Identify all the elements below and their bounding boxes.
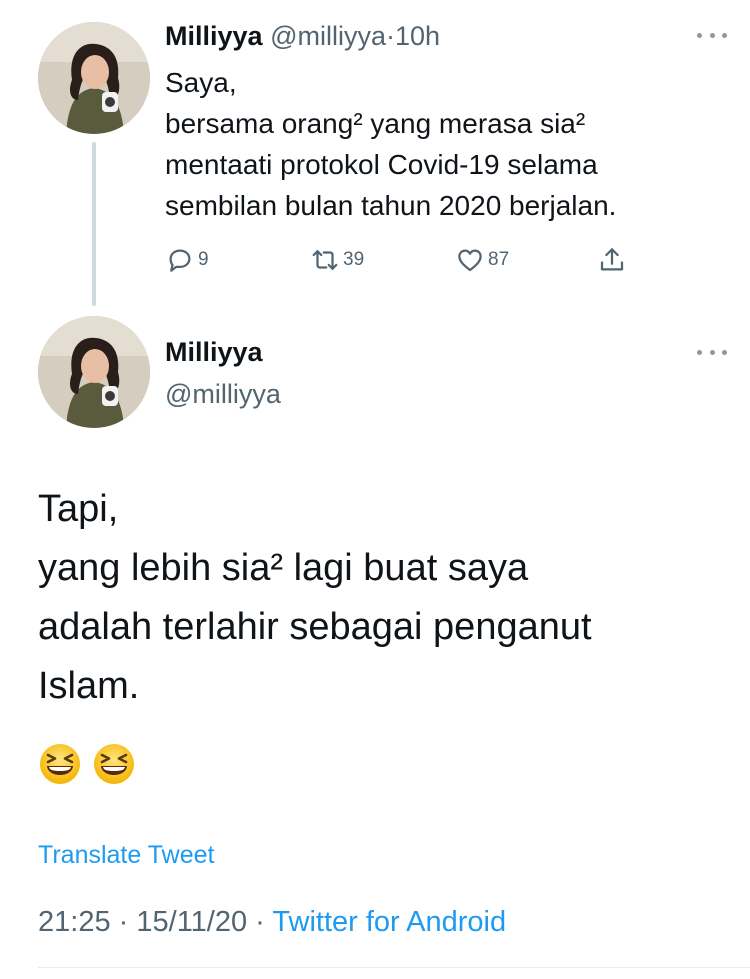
divider <box>38 967 750 968</box>
retweet-button[interactable]: 39 <box>310 243 364 277</box>
share-icon <box>600 248 624 271</box>
grinning-squinting-face-icon <box>40 744 80 784</box>
tweet-text-line: sembilan bulan tahun 2020 berjalan. <box>165 190 617 221</box>
tweet1-header: Milliyya @milliyya·10h <box>165 20 440 52</box>
display-name[interactable]: Milliyya <box>165 21 263 51</box>
tweet-time[interactable]: 21:25 <box>38 906 111 938</box>
separator: · <box>255 906 265 938</box>
tweet1-text: Saya, bersama orang² yang merasa sia² me… <box>165 62 725 226</box>
user-handle[interactable]: @milliyya <box>165 377 281 411</box>
separator: · <box>118 906 129 938</box>
display-name[interactable]: Milliyya <box>165 335 263 369</box>
emoji-row <box>38 742 136 786</box>
retweet-icon <box>312 250 338 270</box>
thread-connector-line <box>92 142 96 306</box>
more-icon[interactable] <box>697 344 727 360</box>
like-button[interactable]: 87 <box>455 243 509 277</box>
tweet-text-line: Tapi, <box>38 488 119 530</box>
separator: · <box>385 21 395 51</box>
user-handle[interactable]: @milliyya <box>270 21 386 51</box>
tweet-source-link[interactable]: Twitter for Android <box>272 906 506 938</box>
avatar[interactable] <box>38 22 150 134</box>
share-button[interactable] <box>597 243 627 277</box>
tweet-text-line: yang lebih sia² lagi buat saya <box>38 547 529 589</box>
tweet-text-line: mentaati protokol Covid-19 selama <box>165 149 598 180</box>
reply-count: 9 <box>198 249 209 270</box>
tweet-text-line: Saya, <box>165 67 237 98</box>
heart-icon <box>458 249 482 272</box>
like-count: 87 <box>488 249 510 270</box>
avatar[interactable] <box>38 316 150 428</box>
retweet-count: 39 <box>343 249 365 270</box>
tweet-time[interactable]: 10h <box>395 21 440 51</box>
tweet2-text: Tapi, yang lebih sia² lagi buat saya ada… <box>38 480 728 716</box>
tweet-text-line: bersama orang² yang merasa sia² <box>165 108 586 139</box>
chat-bubble-icon <box>169 249 191 272</box>
tweet-metadata: 21:25 · 15/11/20 · Twitter for Android <box>38 902 506 942</box>
tweet-date[interactable]: 15/11/20 <box>136 906 247 938</box>
tweet-text-line: Islam. <box>38 665 140 707</box>
translate-tweet-link[interactable]: Translate Tweet <box>38 838 214 872</box>
more-icon[interactable] <box>697 27 727 43</box>
tweet-text-line: adalah terlahir sebagai penganut <box>38 606 592 648</box>
reply-button[interactable]: 9 <box>165 243 209 277</box>
grinning-squinting-face-icon <box>94 744 134 784</box>
